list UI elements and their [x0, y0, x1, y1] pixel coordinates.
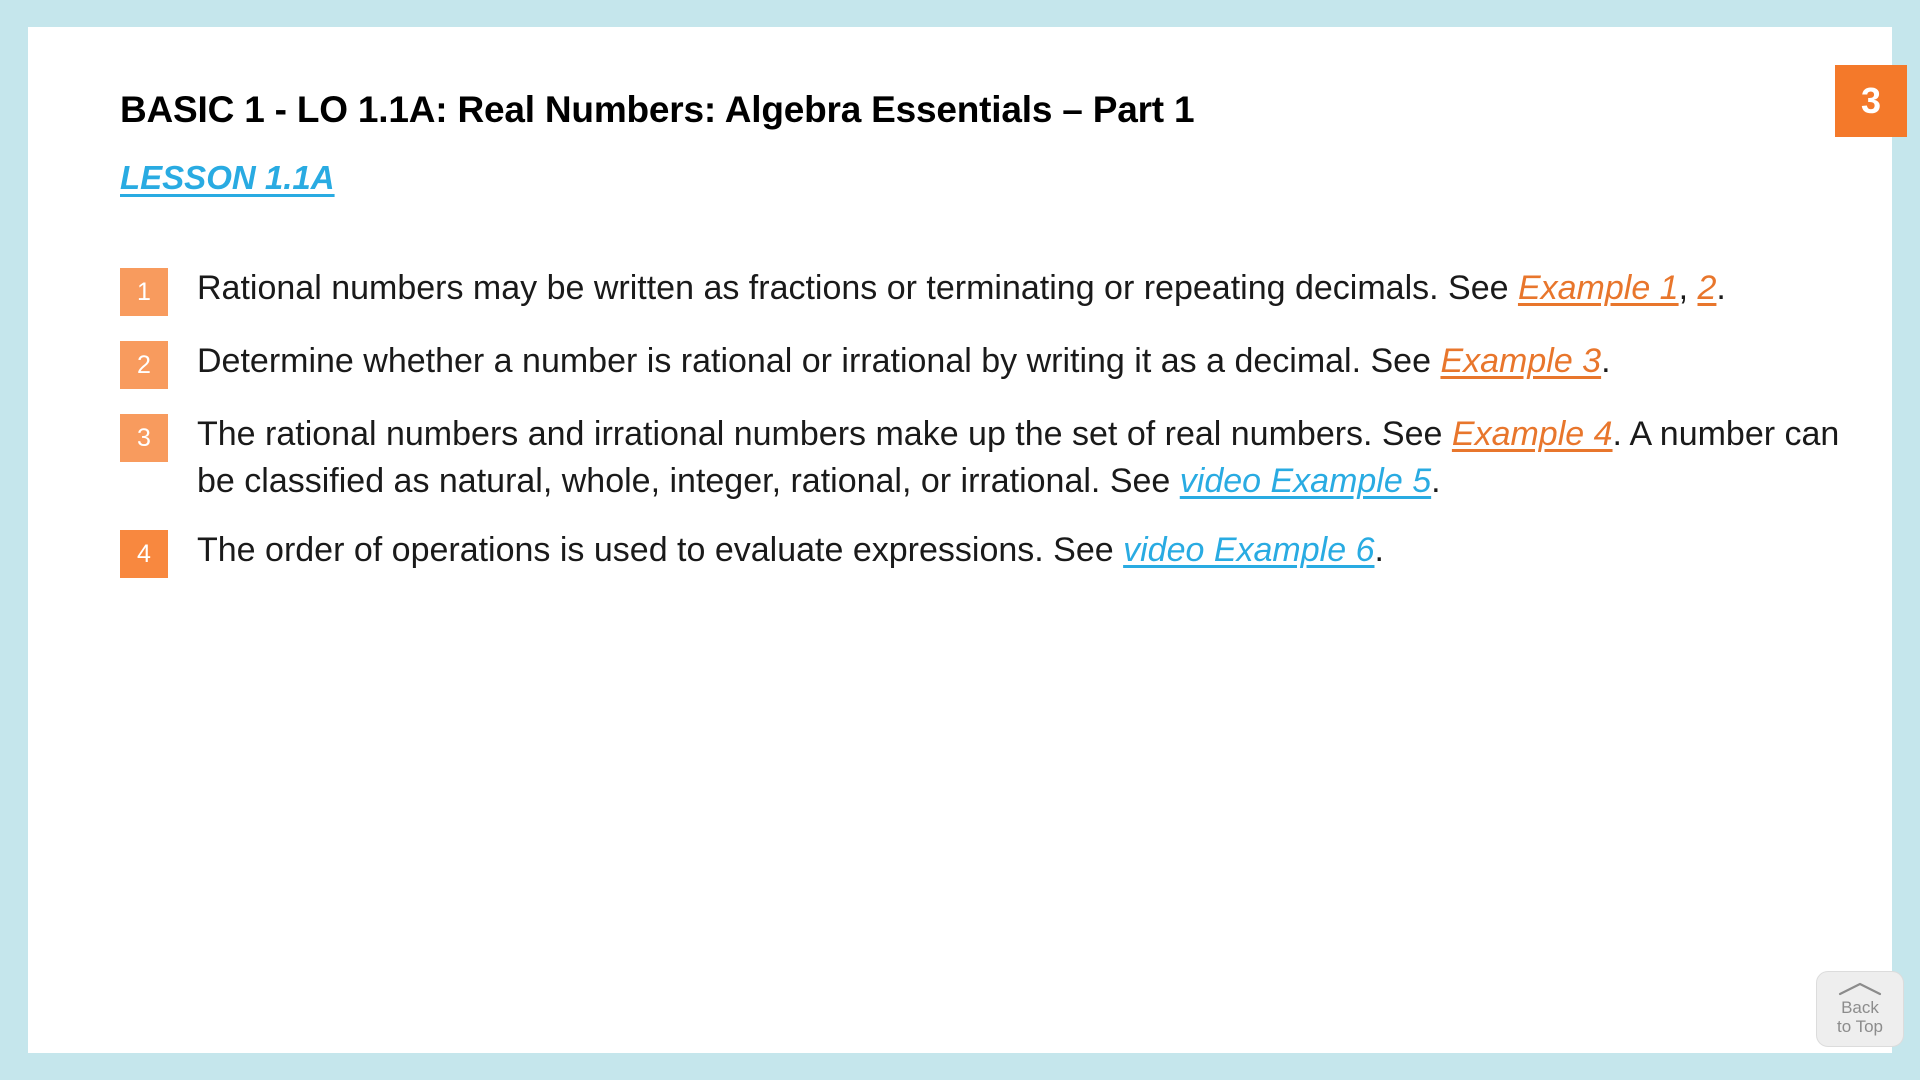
bullet-text: The order of operations is used to evalu…: [197, 527, 1860, 574]
bullet-text-segment: Rational numbers may be written as fract…: [197, 269, 1518, 307]
example-link[interactable]: Example 3: [1440, 342, 1601, 380]
bullet-row: 4 The order of operations is used to eval…: [120, 527, 1860, 578]
bullet-row: 2 Determine whether a number is rational …: [120, 338, 1860, 389]
bullet-text: Determine whether a number is rational o…: [197, 338, 1860, 385]
bullet-text: The rational numbers and irrational numb…: [197, 411, 1860, 505]
video-example-link[interactable]: video Example 6: [1123, 531, 1374, 569]
bullet-text-segment: The rational numbers and irrational numb…: [197, 415, 1452, 453]
bullet-text-segment: .: [1601, 342, 1611, 380]
page-title: BASIC 1 - LO 1.1A: Real Numbers: Algebra…: [120, 89, 1195, 130]
bullet-text-segment: ,: [1678, 269, 1698, 307]
example-link[interactable]: Example 4: [1452, 415, 1613, 453]
bullet-text-segment: .: [1374, 531, 1384, 569]
bullet-number-badge: 2: [120, 341, 168, 389]
lesson-link[interactable]: LESSON 1.1A: [120, 159, 335, 197]
bullet-number-badge: 1: [120, 268, 168, 316]
example-link[interactable]: 2: [1698, 269, 1717, 307]
bullet-text-segment: .: [1716, 269, 1726, 307]
slide-frame: 3 BASIC 1 - LO 1.1A: Real Numbers: Algeb…: [0, 0, 1920, 1080]
bullet-text-segment: .: [1431, 462, 1441, 500]
back-to-top-label: Back to Top: [1836, 998, 1883, 1036]
video-example-link[interactable]: video Example 5: [1180, 462, 1431, 500]
bullet-list: 1 Rational numbers may be written as frac…: [120, 265, 1860, 600]
page-number-badge: 3: [1835, 65, 1907, 137]
bullet-number-badge: 4: [120, 530, 168, 578]
chevron-up-icon: [1838, 982, 1882, 996]
bullet-row: 1 Rational numbers may be written as frac…: [120, 265, 1860, 316]
bullet-number-badge: 3: [120, 414, 168, 462]
bullet-row: 3 The rational numbers and irrational num…: [120, 411, 1860, 505]
slide-canvas: 3 BASIC 1 - LO 1.1A: Real Numbers: Algeb…: [28, 27, 1907, 1053]
bullet-text-segment: The order of operations is used to evalu…: [197, 531, 1124, 569]
bullet-text: Rational numbers may be written as fract…: [197, 265, 1860, 312]
back-to-top-button[interactable]: Back to Top: [1816, 971, 1904, 1047]
bullet-text-segment: Determine whether a number is rational o…: [197, 342, 1441, 380]
example-link[interactable]: Example 1: [1518, 269, 1679, 307]
